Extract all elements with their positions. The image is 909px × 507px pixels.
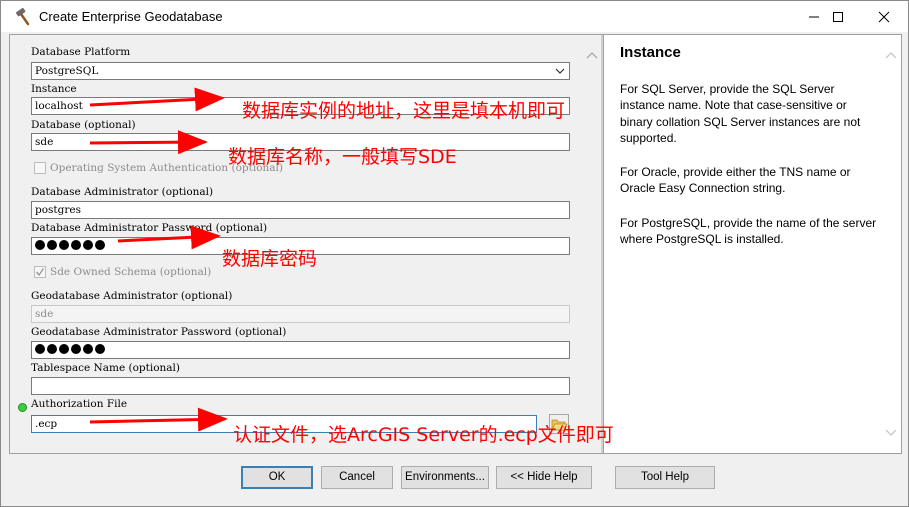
annotation-auth-file: 认证文件，选ArcGIS Server的.ecp文件即可 [233, 424, 614, 446]
annotation-password: 数据库密码 [222, 248, 318, 270]
annotation-arrow [117, 225, 221, 250]
annotation-arrow [89, 87, 225, 112]
annotation-database: 数据库名称，一般填写SDE [228, 146, 457, 168]
annotation-instance: 数据库实例的地址，这里是填本机即可 [242, 100, 566, 122]
annotation-arrow [89, 407, 228, 432]
annotation-arrow [89, 130, 208, 155]
